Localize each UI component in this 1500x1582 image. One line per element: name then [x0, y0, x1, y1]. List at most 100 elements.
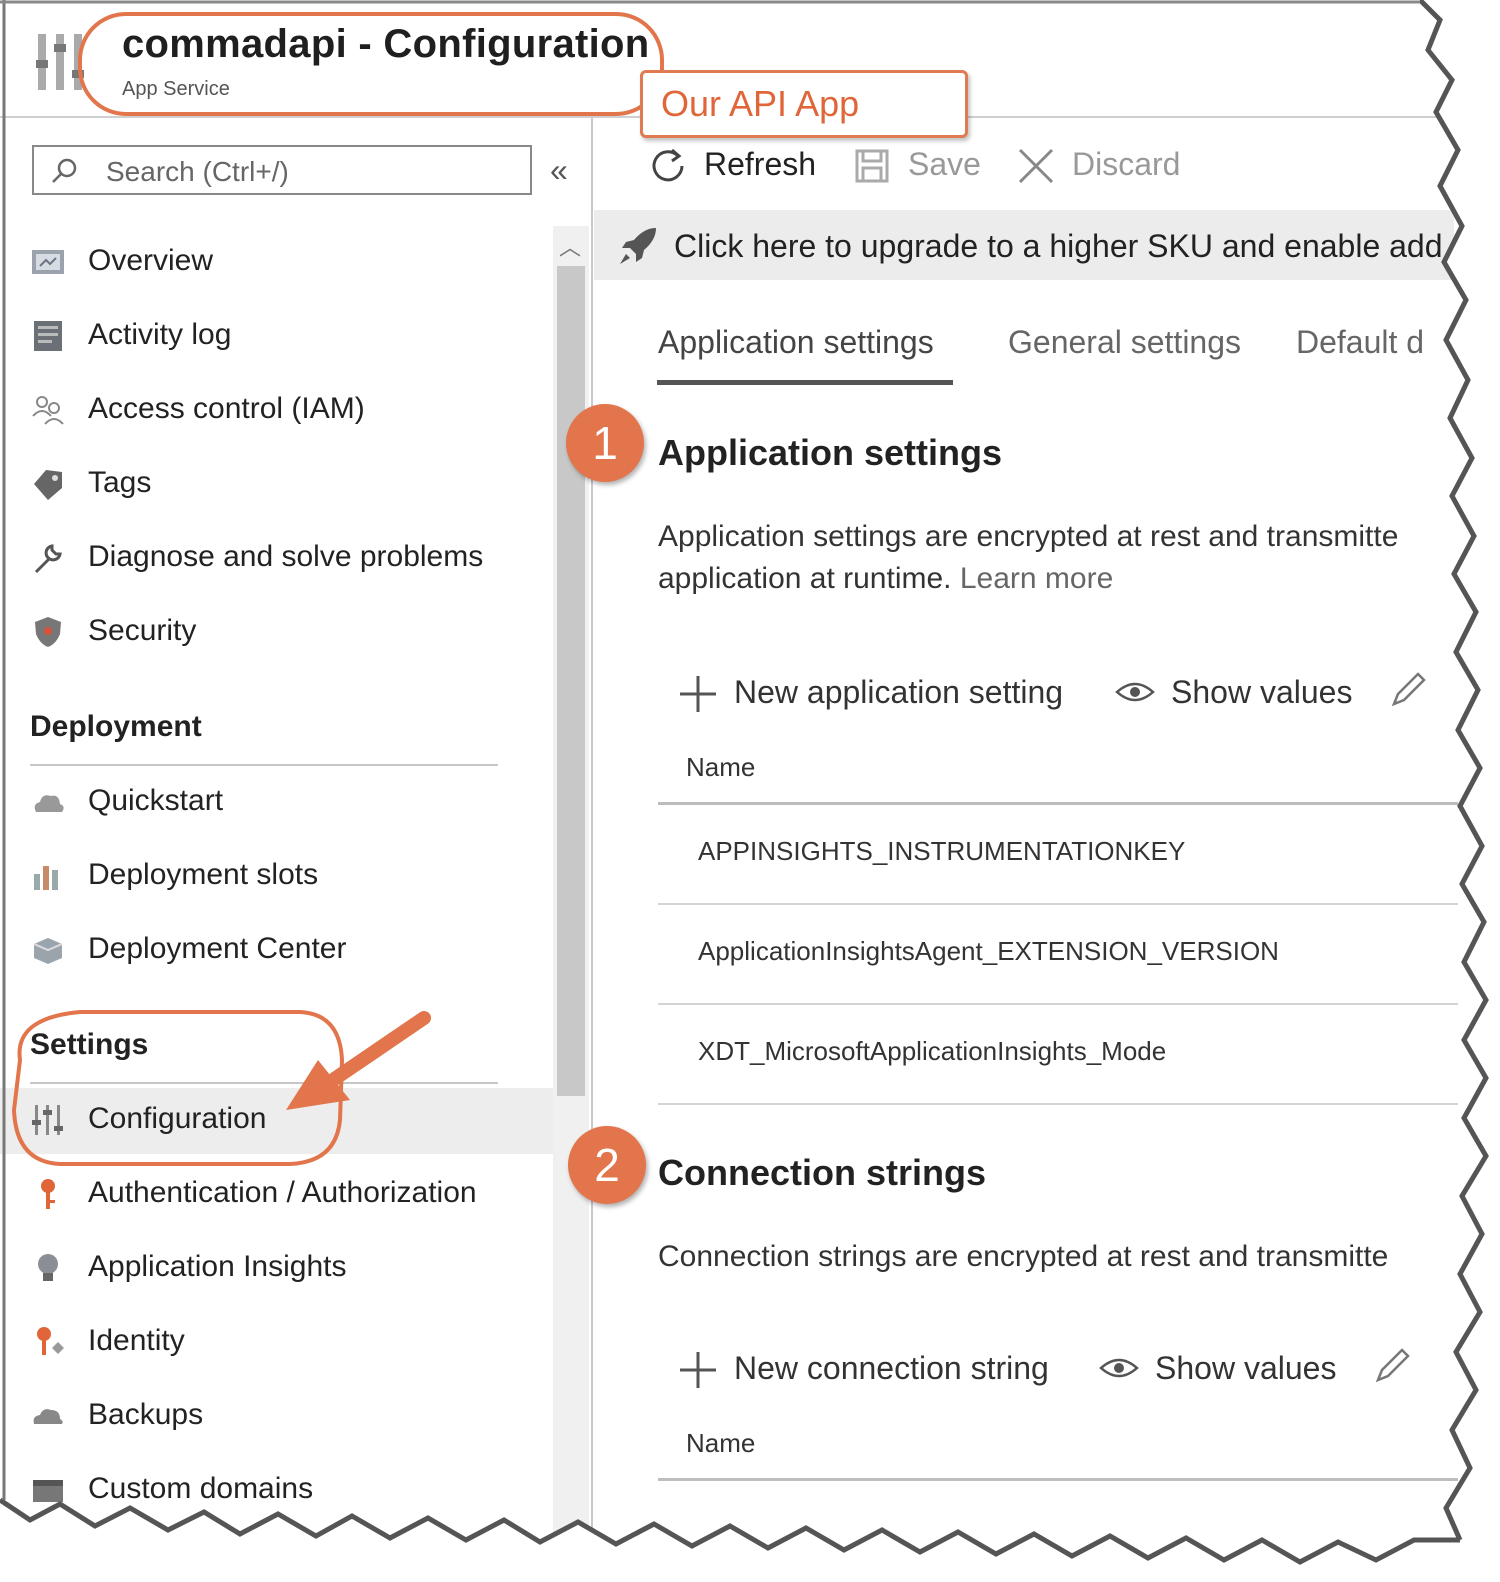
- close-icon: [1018, 148, 1054, 184]
- show-values-label: Show values: [1171, 674, 1353, 710]
- table-header-divider: [658, 802, 1458, 805]
- refresh-icon: [652, 148, 684, 182]
- sidebar-item-custom-domains[interactable]: Custom domains: [0, 1458, 553, 1524]
- sidebar-item-identity[interactable]: Identity: [0, 1310, 553, 1376]
- shield-icon: [35, 617, 61, 647]
- scroll-up-arrow-icon[interactable]: ︿: [559, 230, 581, 262]
- section-heading-settings: Settings: [30, 1028, 149, 1061]
- sliders-icon: [32, 1105, 63, 1135]
- tab-application-settings[interactable]: Application settings: [658, 324, 934, 361]
- arrow-icon: [323, 1011, 431, 1089]
- application-settings-description: Application settings are encrypted at re…: [658, 516, 1398, 600]
- pane-divider: [591, 118, 593, 1582]
- activity-log-icon: [34, 321, 62, 351]
- upgrade-banner[interactable]: Click here to upgrade to a higher SKU an…: [594, 210, 1454, 280]
- sidebar-item-deployment-slots[interactable]: Deployment slots: [0, 844, 553, 910]
- table-row[interactable]: ApplicationInsightsAgent_EXTENSION_VERSI…: [698, 936, 1279, 967]
- search-input[interactable]: [104, 153, 528, 191]
- table-row[interactable]: APPINSIGHTS_INSTRUMENTATIONKEY: [698, 836, 1185, 867]
- backup-cloud-icon: [33, 1409, 63, 1424]
- sidebar-item-label: Tags: [88, 466, 152, 499]
- description-text: application at runtime.: [658, 562, 952, 595]
- sidebar-item-overview[interactable]: Overview: [0, 230, 553, 296]
- learn-more-link[interactable]: Learn more: [960, 562, 1113, 595]
- sidebar-item-backups[interactable]: Backups: [0, 1384, 553, 1450]
- sidebar-item-label: Access control (IAM): [88, 392, 365, 425]
- key-icon: [41, 1179, 55, 1209]
- row-divider: [658, 1003, 1458, 1005]
- domains-icon: [33, 1480, 63, 1502]
- new-connection-string-label: New connection string: [734, 1350, 1049, 1386]
- screenshot-frame: commadapi - Configuration App Service « …: [0, 0, 1500, 1582]
- new-application-setting-label: New application setting: [734, 674, 1064, 710]
- slots-icon: [34, 866, 58, 890]
- edit-pencil-icon[interactable]: [1372, 1346, 1412, 1386]
- section-divider: [30, 764, 498, 766]
- sidebar-item-deployment-center[interactable]: Deployment Center: [0, 918, 553, 984]
- sidebar-item-configuration[interactable]: Configuration: [0, 1088, 553, 1154]
- sidebar-item-label: Quickstart: [88, 784, 224, 817]
- edit-pencil-icon[interactable]: [1388, 670, 1428, 710]
- sidebar-item-application-insights[interactable]: Application Insights: [0, 1236, 553, 1302]
- sidebar-item-label: Activity log: [88, 318, 232, 351]
- api-app-callout: Our API App: [640, 70, 968, 138]
- row-divider: [658, 903, 1458, 905]
- cloud-icon: [34, 795, 64, 812]
- banner-text: Click here to upgrade to a higher SKU an…: [674, 228, 1443, 264]
- sidebar-item-diagnose[interactable]: Diagnose and solve problems: [0, 526, 553, 592]
- step-badge-2: 2: [568, 1126, 646, 1204]
- column-header-name[interactable]: Name: [686, 1428, 755, 1459]
- sidebar-item-tags[interactable]: Tags: [0, 452, 553, 518]
- people-icon: [32, 396, 64, 425]
- sidebar-item-label: Custom domains: [88, 1472, 314, 1505]
- page-title: commadapi - Configuration: [122, 22, 650, 66]
- connection-strings-description: Connection strings are encrypted at rest…: [658, 1240, 1389, 1273]
- save-label: Save: [908, 146, 981, 182]
- sidebar-item-label: Diagnose and solve problems: [88, 540, 484, 573]
- plus-icon: [680, 676, 716, 712]
- sidebar-item-label: Deployment slots: [88, 858, 319, 891]
- identity-key-icon: [37, 1327, 64, 1355]
- discard-label: Discard: [1072, 146, 1181, 182]
- plus-icon: [680, 1352, 716, 1388]
- collapse-sidebar-button[interactable]: «: [550, 152, 568, 189]
- step-badge-1: 1: [566, 404, 644, 482]
- configuration-app-icon: [36, 34, 84, 90]
- section-heading-deployment: Deployment: [30, 710, 202, 743]
- overview-icon: [32, 250, 64, 274]
- sidebar-item-label: Overview: [88, 244, 214, 277]
- tab-general-settings[interactable]: General settings: [1008, 324, 1241, 361]
- sidebar-item-quickstart[interactable]: Quickstart: [0, 770, 553, 836]
- column-header-name[interactable]: Name: [686, 752, 755, 783]
- sidebar-item-label: Authentication / Authorization: [88, 1176, 477, 1209]
- deployment-center-icon: [33, 938, 63, 964]
- sidebar-item-security[interactable]: Security: [0, 600, 553, 666]
- lightbulb-icon: [38, 1254, 58, 1281]
- tab-default-documents[interactable]: Default d: [1296, 324, 1424, 361]
- sidebar-item-label: Application Insights: [88, 1250, 347, 1283]
- application-settings-heading: Application settings: [658, 432, 1003, 473]
- resource-type-label: App Service: [122, 78, 230, 100]
- sidebar-item-access-control[interactable]: Access control (IAM): [0, 378, 553, 444]
- eye-icon: [1099, 1358, 1139, 1378]
- sidebar-item-label: Backups: [88, 1398, 204, 1431]
- table-row[interactable]: XDT_MicrosoftApplicationInsights_Mode: [698, 1036, 1166, 1067]
- sidebar-search-box[interactable]: [32, 145, 532, 195]
- show-values-label: Show values: [1155, 1350, 1337, 1386]
- description-line: application at runtime. Learn more: [658, 558, 1398, 600]
- search-icon: [52, 158, 77, 183]
- connection-strings-heading: Connection strings: [658, 1152, 987, 1193]
- sidebar-item-activity-log[interactable]: Activity log: [0, 304, 553, 370]
- callout-text: Our API App: [661, 83, 860, 124]
- sidebar-item-authentication[interactable]: Authentication / Authorization: [0, 1162, 553, 1228]
- refresh-label: Refresh: [704, 146, 817, 182]
- active-tab-indicator: [657, 380, 953, 385]
- sidebar-item-label: Configuration: [88, 1102, 267, 1135]
- sidebar-item-label: Security: [88, 614, 197, 647]
- description-line: Application settings are encrypted at re…: [658, 520, 1399, 553]
- wrench-icon: [34, 544, 62, 574]
- scrollbar-thumb[interactable]: [557, 266, 585, 1096]
- sidebar-item-label: Identity: [88, 1324, 185, 1357]
- section-divider: [30, 1082, 498, 1084]
- table-header-divider: [658, 1478, 1458, 1481]
